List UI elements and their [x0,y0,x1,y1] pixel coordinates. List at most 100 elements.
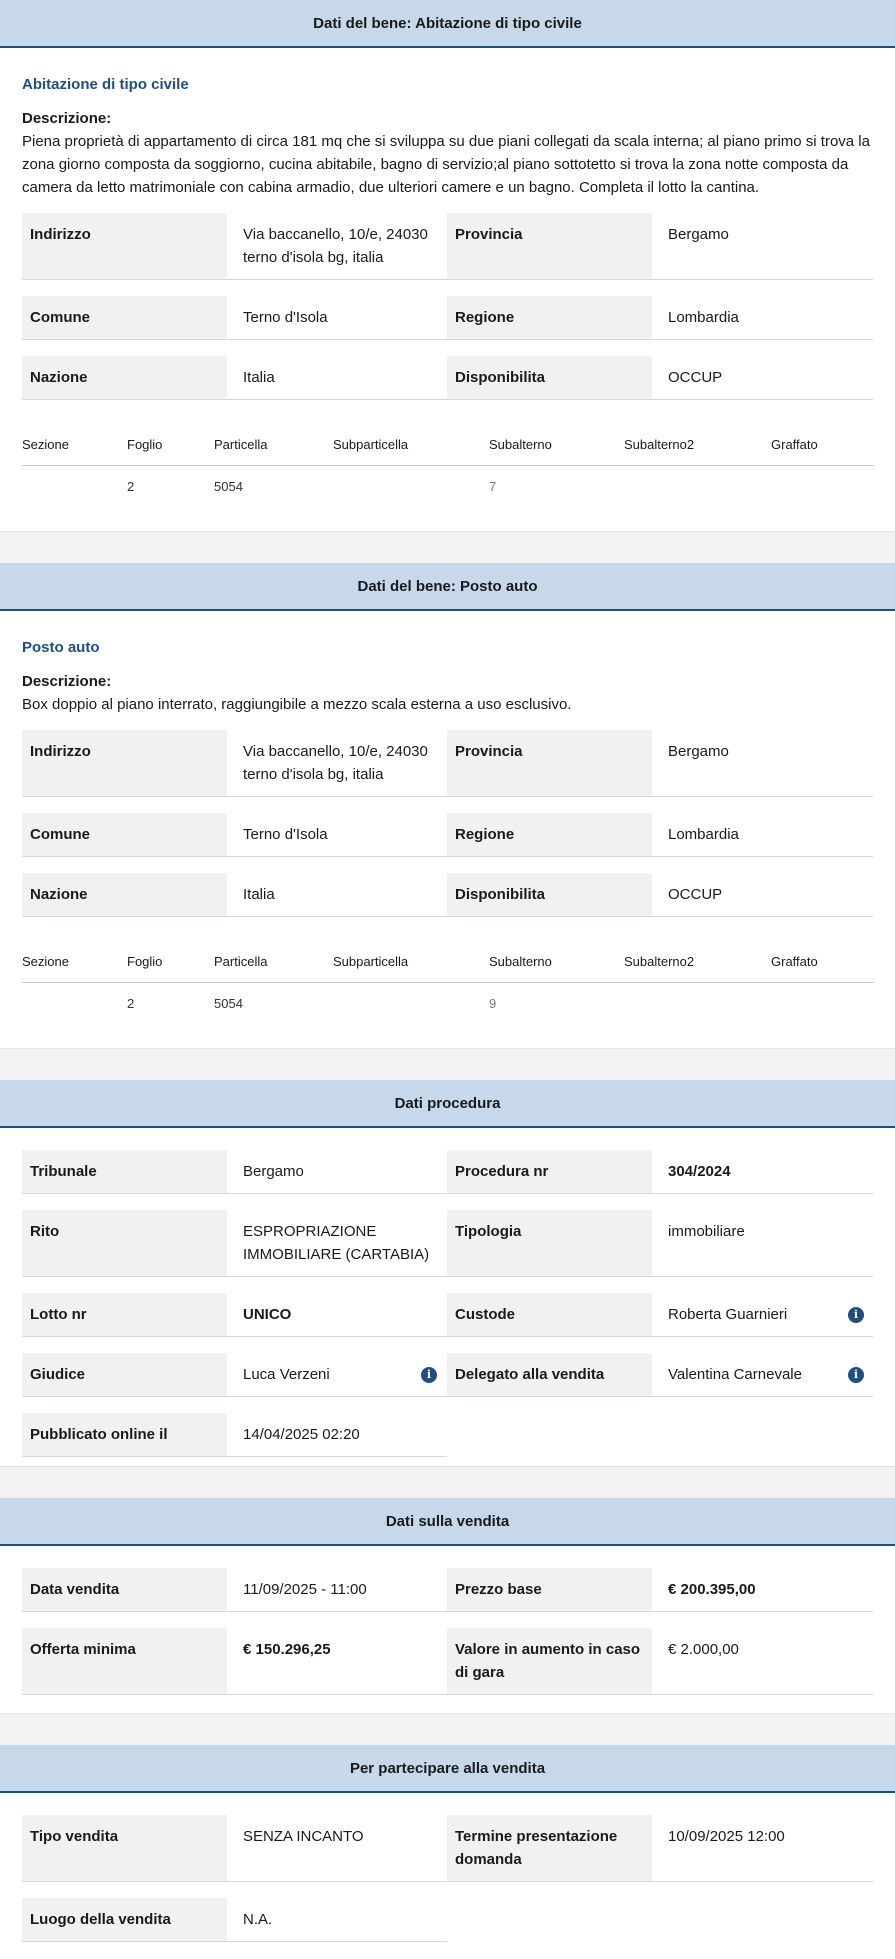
info-row: Indirizzo Via baccanello, 10/e, 24030 ter… [22,730,873,797]
custode-value: Roberta Guarnieri i [652,1293,874,1336]
section-bene-abitazione: Dati del bene: Abitazione di tipo civile… [0,0,895,532]
field-label: Regione [447,813,652,856]
address-value: Via baccanello, 10/e, 24030 terno d'isola… [243,226,428,266]
info-row: Nazione Italia Disponibilita OCCUP [22,873,873,917]
field-label: Nazione [22,873,227,916]
field-value: Bergamo [668,743,729,760]
info-row: Rito ESPROPRIAZIONE IMMOBILIARE (CARTABIA… [22,1210,873,1277]
field-value: Terno d'Isola [243,309,328,326]
info-row: Offerta minima € 150.296,25 Valore in au… [22,1628,873,1695]
field-label: Indirizzo [22,730,227,796]
field-value: Bergamo [668,226,729,243]
info-row: Giudice Luca Verzeni i Delegato alla vend… [22,1353,873,1397]
field-label: Procedura nr [447,1150,652,1193]
table-cell: 2 [127,996,135,1011]
section-bene-posto-auto: Dati del bene: Posto auto Posto auto Des… [0,563,895,1049]
field-label: Comune [22,296,227,339]
field-value: 10/09/2025 12:00 [668,1828,785,1845]
field-value: Italia [243,886,275,903]
field-value: Terno d'Isola [243,826,328,843]
table-cell [22,983,127,1025]
table-header: Sezione [22,424,127,466]
field-value: € 200.395,00 [668,1581,756,1598]
table-header: Sezione [22,941,127,983]
table-header: Subparticella [333,941,489,983]
info-circle-icon[interactable]: i [848,1307,864,1323]
section-header: Dati procedura [0,1080,895,1128]
field-label: Prezzo base [447,1568,652,1611]
field-label: Tribunale [22,1150,227,1193]
info-row: Pubblicato online il 14/04/2025 02:20 [22,1413,873,1457]
field-label: Nazione [22,356,227,399]
aumento-label: Valore in aumento in caso di gara [447,1628,652,1694]
description-text: Box doppio al piano interrato, raggiungi… [22,696,572,713]
section-procedura: Dati procedura Tribunale Bergamo Procedu… [0,1080,895,1467]
info-row: Tribunale Bergamo Procedura nr 304/2024 [22,1150,873,1194]
info-row: Indirizzo Via baccanello, 10/e, 24030 ter… [22,213,873,280]
field-value: OCCUP [668,886,723,903]
field-value: immobiliare [668,1223,745,1240]
giudice-value: Luca Verzeni i [227,1353,447,1396]
info-row: Data vendita 11/09/2025 - 11:00 Prezzo b… [22,1568,873,1612]
table-cell [624,466,771,508]
field-value: € 150.296,25 [243,1641,331,1658]
field-value: N.A. [227,1898,447,1942]
table-header: Subalterno [489,424,624,466]
field-label: Indirizzo [22,213,227,279]
field-value: Italia [243,369,275,386]
table-cell [22,466,127,508]
termine-label: Termine presentazione domanda [447,1815,652,1881]
field-label: Disponibilita [447,356,652,399]
table-header: Subalterno [489,941,624,983]
section-header: Dati sulla vendita [0,1498,895,1546]
table-header: Foglio [127,424,214,466]
field-label: Tipo vendita [22,1815,227,1881]
info-circle-icon[interactable]: i [421,1367,437,1383]
field-label: Data vendita [22,1568,227,1611]
field-label: Offerta minima [22,1628,227,1694]
table-cell [771,983,874,1025]
field-label: Luogo della vendita [22,1898,227,1942]
info-row: Tipo vendita SENZA INCANTO Termine prese… [22,1815,873,1882]
field-label: Disponibilita [447,873,652,916]
field-label: Comune [22,813,227,856]
table-cell: 7 [489,479,497,494]
description-label: Descrizione: [22,110,112,127]
table-header: Graffato [771,941,874,983]
delegato-value: Valentina Carnevale i [652,1353,874,1396]
field-value: SENZA INCANTO [243,1828,364,1845]
table-header: Particella [214,941,333,983]
field-value: Lombardia [668,309,739,326]
field-value: 11/09/2025 - 11:00 [243,1581,367,1598]
table-cell [624,983,771,1025]
table-header: Particella [214,424,333,466]
rito-value: ESPROPRIAZIONE IMMOBILIARE (CARTABIA) [243,1223,430,1263]
field-value: Lombardia [668,826,739,843]
info-circle-icon[interactable]: i [848,1367,864,1383]
description-label: Descrizione: [22,673,112,690]
info-row: Nazione Italia Disponibilita OCCUP [22,356,873,400]
info-row: Luogo della vendita N.A. [22,1898,873,1942]
field-value: UNICO [243,1306,292,1323]
table-cell: 9 [489,996,497,1011]
field-label: Giudice [22,1353,227,1396]
field-label: Lotto nr [22,1293,227,1336]
table-cell [771,466,874,508]
field-label: Custode [447,1293,652,1336]
table-header: Subalterno2 [624,941,771,983]
catasto-table: Sezione Foglio Particella Subparticella … [22,941,874,1025]
description-text: Piena proprietà di appartamento di circa… [22,133,870,196]
section-header: Dati del bene: Abitazione di tipo civile [0,0,895,48]
table-header: Subalterno2 [624,424,771,466]
field-label: Provincia [447,730,652,796]
field-value: Bergamo [243,1163,304,1180]
field-value: 304/2024 [668,1163,731,1180]
address-value: Via baccanello, 10/e, 24030 terno d'isola… [243,743,428,783]
field-label: Tipologia [447,1210,652,1276]
field-value: 14/04/2025 02:20 [227,1413,447,1457]
field-label: Provincia [447,213,652,279]
field-label: Regione [447,296,652,339]
table-header: Subparticella [333,424,489,466]
table-header: Foglio [127,941,214,983]
table-cell: 5054 [214,996,243,1011]
